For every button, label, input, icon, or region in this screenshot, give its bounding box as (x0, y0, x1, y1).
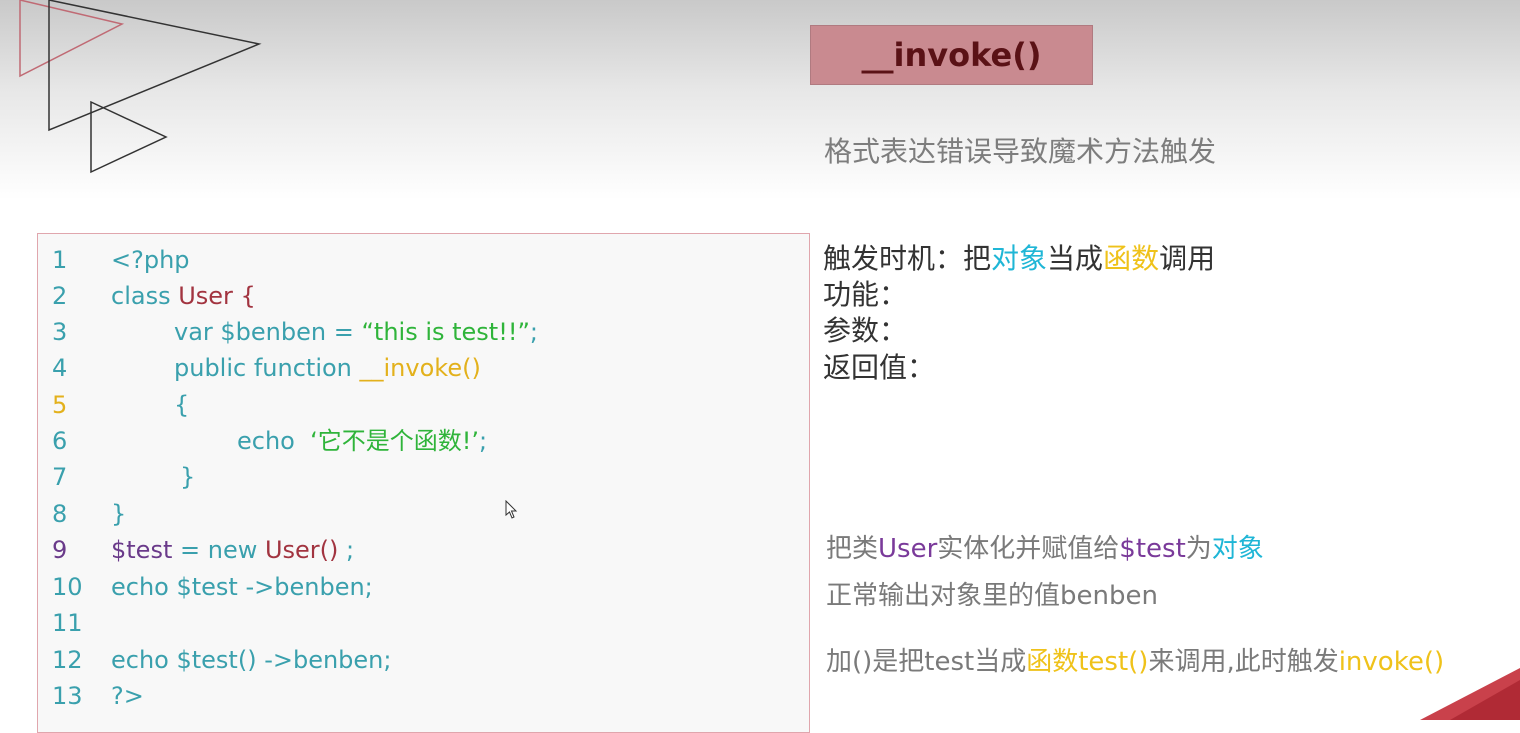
code-token: public function (174, 354, 360, 382)
code-token: ; (529, 318, 538, 346)
note-text: 加()是把test当成 (826, 647, 1027, 677)
line-number: 4 (52, 354, 68, 382)
code-token: ; (338, 536, 355, 564)
code-token: ; (479, 427, 488, 455)
note-highlight: 对象 (1211, 534, 1264, 564)
note-text: 为 (1185, 534, 1212, 564)
decorative-triangles-icon (19, 0, 262, 174)
mouse-cursor-icon (505, 500, 518, 519)
annotation-text: 调用 (1159, 242, 1216, 275)
line-number: 3 (52, 318, 68, 346)
line-number: 5 (52, 391, 68, 419)
line-number: 2 (52, 282, 68, 310)
note-text: 实体化并赋值给 (937, 534, 1120, 564)
code-text: $test = new User() ; (111, 532, 354, 568)
line-number: 7 (52, 463, 68, 491)
note-text: 来调用,此时触发 (1148, 647, 1339, 677)
note-text: 把类 (826, 534, 879, 564)
annotation-label: 触发时机： (823, 242, 964, 275)
note-highlight: $test (1119, 534, 1186, 564)
note-line-1: 把类User实体化并赋值给$test为对象 (826, 531, 1264, 567)
annotation-text: 当成 (1047, 242, 1104, 275)
function-annotation: 功能： (823, 278, 908, 311)
code-text: } (111, 500, 127, 528)
annotation-text: 把 (963, 242, 992, 275)
slide-title: __invoke() (810, 25, 1093, 85)
code-token: var $benben = (174, 318, 362, 346)
corner-decoration-icon (1420, 668, 1520, 720)
code-text: echo ‘它不是个函数!’; (237, 423, 487, 459)
code-token: ‘它不是个函数!’ (310, 427, 480, 455)
trigger-annotation: 触发时机：把对象当成函数调用 (823, 241, 1215, 277)
code-token: $test (111, 536, 173, 564)
line-number: 10 (52, 573, 83, 601)
return-annotation: 返回值： (823, 351, 936, 384)
note-highlight: 函数test() (1026, 647, 1149, 677)
line-number: 11 (52, 609, 83, 637)
code-token: “this is test!!” (361, 318, 530, 346)
code-token: User { (178, 282, 256, 310)
code-text: public function __invoke() (174, 350, 481, 386)
line-number: 9 (52, 536, 68, 564)
line-number: 6 (52, 427, 68, 455)
code-text: { (174, 391, 190, 419)
code-token: = new (172, 536, 265, 564)
code-text: } (180, 463, 196, 491)
params-annotation: 参数： (823, 314, 908, 347)
line-number: 1 (52, 246, 68, 274)
code-text: echo $test() ->benben; (111, 646, 392, 674)
slide-subtitle: 格式表达错误导致魔术方法触发 (824, 135, 1217, 168)
code-token: class (111, 282, 179, 310)
code-text: ?> (111, 682, 144, 710)
annotation-highlight: 函数 (1103, 242, 1160, 275)
code-text: <?php (111, 246, 190, 274)
code-panel: 1 <?php 2 class User { 3 var $benben = “… (37, 233, 810, 733)
code-token: echo (237, 427, 311, 455)
line-number: 8 (52, 500, 68, 528)
code-token: User() (264, 536, 339, 564)
note-line-3: 加()是把test当成函数test()来调用,此时触发invoke() (826, 644, 1444, 680)
code-text: var $benben = “this is test!!”; (174, 314, 538, 350)
code-text: echo $test ->benben; (111, 573, 373, 601)
code-token: __invoke() (359, 354, 481, 382)
note-highlight: User (878, 534, 938, 564)
code-text: class User { (111, 278, 256, 314)
line-number: 13 (52, 682, 83, 710)
annotation-highlight: 对象 (991, 242, 1048, 275)
line-number: 12 (52, 646, 83, 674)
note-line-2: 正常输出对象里的值benben (826, 581, 1158, 611)
